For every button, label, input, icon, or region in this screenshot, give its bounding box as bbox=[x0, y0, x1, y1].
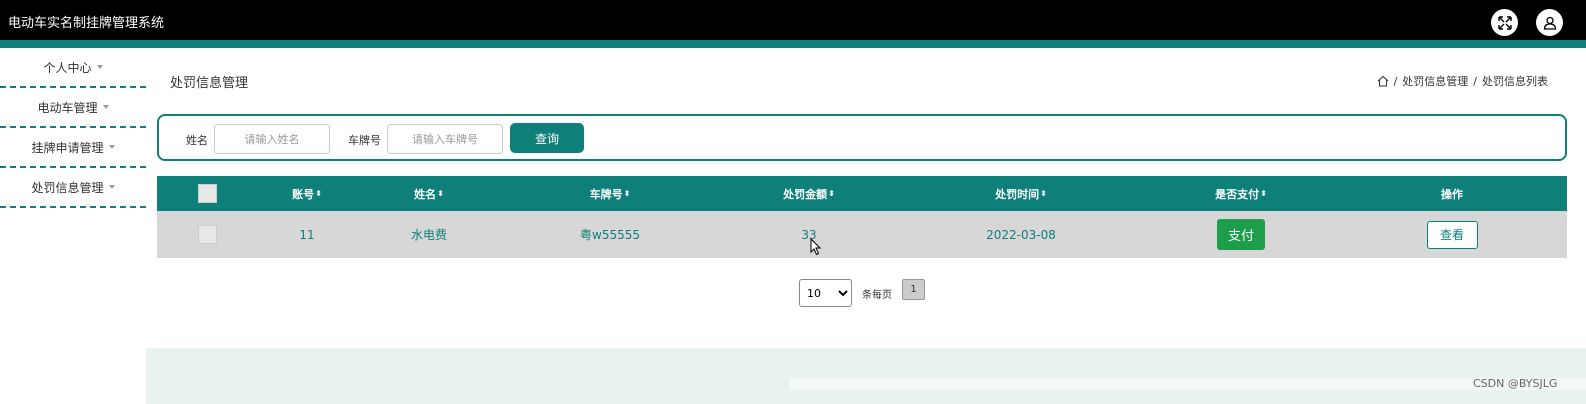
table-row: 11 水电费 粤w55555 33 2022-03-08 支付 查看 bbox=[157, 211, 1567, 258]
sidebar-item-penalty-management[interactable]: 处罚信息管理 bbox=[0, 168, 146, 208]
home-icon[interactable] bbox=[1377, 75, 1389, 87]
sidebar-item-personal-center[interactable]: 个人中心 bbox=[0, 48, 146, 88]
sort-icon[interactable]: ⬍ bbox=[1040, 189, 1047, 198]
mouse-cursor-icon bbox=[810, 238, 822, 256]
per-page-label: 条每页 bbox=[862, 289, 892, 301]
select-all-checkbox[interactable] bbox=[197, 176, 217, 211]
cell-actions: 查看 bbox=[1402, 211, 1502, 258]
fullscreen-icon[interactable] bbox=[1491, 9, 1518, 36]
top-bar: 电动车实名制挂牌管理系统 bbox=[0, 0, 1586, 40]
caret-down-icon bbox=[102, 105, 109, 109]
column-header-label: 是否支付 bbox=[1215, 187, 1260, 201]
column-header-account[interactable]: 账号 ⬍ bbox=[257, 176, 357, 211]
caret-down-icon bbox=[108, 145, 115, 149]
sort-icon[interactable]: ⬍ bbox=[828, 189, 835, 198]
page-title: 处罚信息管理 bbox=[170, 76, 249, 91]
bottom-panel-inner bbox=[789, 378, 1586, 390]
view-button[interactable]: 查看 bbox=[1426, 220, 1478, 249]
penalty-table: 账号 ⬍ 姓名 ⬍ 车牌号 ⬍ 处罚金额 ⬍ 处罚时间 ⬍ 是否支付 ⬍ 操作 11 水电费… bbox=[157, 176, 1567, 258]
sort-icon[interactable]: ⬍ bbox=[315, 189, 322, 198]
sidebar-item-plate-application[interactable]: 挂牌申请管理 bbox=[0, 128, 146, 168]
row-checkbox[interactable] bbox=[197, 211, 217, 258]
sidebar-item-ebike-management[interactable]: 电动车管理 bbox=[0, 88, 146, 128]
search-panel: 姓名 车牌号 查询 bbox=[157, 114, 1567, 161]
watermark: CSDN @BYSJLG bbox=[1473, 377, 1558, 390]
sidebar-item-label: 电动车管理 bbox=[37, 100, 98, 115]
plate-search-input[interactable] bbox=[387, 124, 503, 154]
plate-label: 车牌号 bbox=[348, 134, 381, 147]
caret-down-icon bbox=[108, 185, 115, 189]
fullscreen-icon-glyph bbox=[1497, 15, 1512, 30]
breadcrumb-item[interactable]: 处罚信息管理 bbox=[1402, 73, 1468, 89]
checkbox-box bbox=[197, 225, 217, 244]
sidebar-item-label: 挂牌申请管理 bbox=[31, 140, 104, 155]
breadcrumb-separator: / bbox=[1393, 74, 1398, 88]
query-button[interactable]: 查询 bbox=[510, 123, 584, 153]
column-header-paid[interactable]: 是否支付 ⬍ bbox=[1191, 176, 1291, 211]
name-label: 姓名 bbox=[186, 134, 208, 147]
sidebar-item-label: 处罚信息管理 bbox=[31, 180, 104, 195]
bottom-panel bbox=[146, 348, 1586, 404]
cell-paid: 支付 bbox=[1191, 211, 1291, 258]
breadcrumb-item: 处罚信息列表 bbox=[1482, 75, 1548, 88]
cell-plate: 粤w55555 bbox=[580, 228, 640, 242]
sort-icon[interactable]: ⬍ bbox=[437, 189, 444, 198]
column-header-name[interactable]: 姓名 ⬍ bbox=[379, 176, 479, 211]
column-header-label: 车牌号 bbox=[589, 187, 623, 201]
column-header-label: 账号 bbox=[292, 187, 315, 201]
sidebar-item-label: 个人中心 bbox=[43, 60, 92, 75]
caret-down-icon bbox=[96, 65, 103, 69]
column-header-time[interactable]: 处罚时间 ⬍ bbox=[971, 176, 1071, 211]
page-number-button[interactable]: 1 bbox=[902, 278, 925, 300]
cell-time: 2022-03-08 bbox=[986, 227, 1056, 242]
page-size-select[interactable]: 10 bbox=[799, 279, 852, 307]
pay-button[interactable]: 支付 bbox=[1217, 219, 1265, 250]
sort-icon[interactable]: ⬍ bbox=[624, 189, 631, 198]
breadcrumb: / 处罚信息管理 / 处罚信息列表 bbox=[1377, 73, 1548, 89]
column-header-label: 处罚时间 bbox=[995, 187, 1040, 201]
breadcrumb-separator: / bbox=[1473, 74, 1477, 88]
user-icon[interactable] bbox=[1536, 9, 1563, 36]
column-header-amount[interactable]: 处罚金额 ⬍ bbox=[759, 176, 859, 211]
column-header-actions: 操作 bbox=[1402, 176, 1502, 211]
name-search-input[interactable] bbox=[214, 124, 330, 154]
column-header-label: 姓名 bbox=[414, 187, 437, 201]
table-header: 账号 ⬍ 姓名 ⬍ 车牌号 ⬍ 处罚金额 ⬍ 处罚时间 ⬍ 是否支付 ⬍ 操作 bbox=[157, 176, 1567, 211]
user-icon-glyph bbox=[1543, 16, 1556, 30]
header-strip bbox=[0, 40, 1586, 48]
cell-amount: 33 bbox=[801, 227, 817, 242]
app-title: 电动车实名制挂牌管理系统 bbox=[8, 16, 165, 31]
checkbox-box bbox=[197, 184, 217, 203]
sidebar: 个人中心 电动车管理 挂牌申请管理 处罚信息管理 bbox=[0, 48, 146, 208]
column-header-label: 操作 bbox=[1441, 187, 1463, 201]
column-header-plate[interactable]: 车牌号 ⬍ bbox=[560, 176, 660, 211]
cell-name: 水电费 bbox=[410, 228, 447, 242]
column-header-label: 处罚金额 bbox=[783, 187, 828, 201]
cell-account: 11 bbox=[299, 227, 315, 242]
pagination: 10 条每页 1 bbox=[799, 278, 925, 307]
sort-icon[interactable]: ⬍ bbox=[1260, 189, 1267, 198]
